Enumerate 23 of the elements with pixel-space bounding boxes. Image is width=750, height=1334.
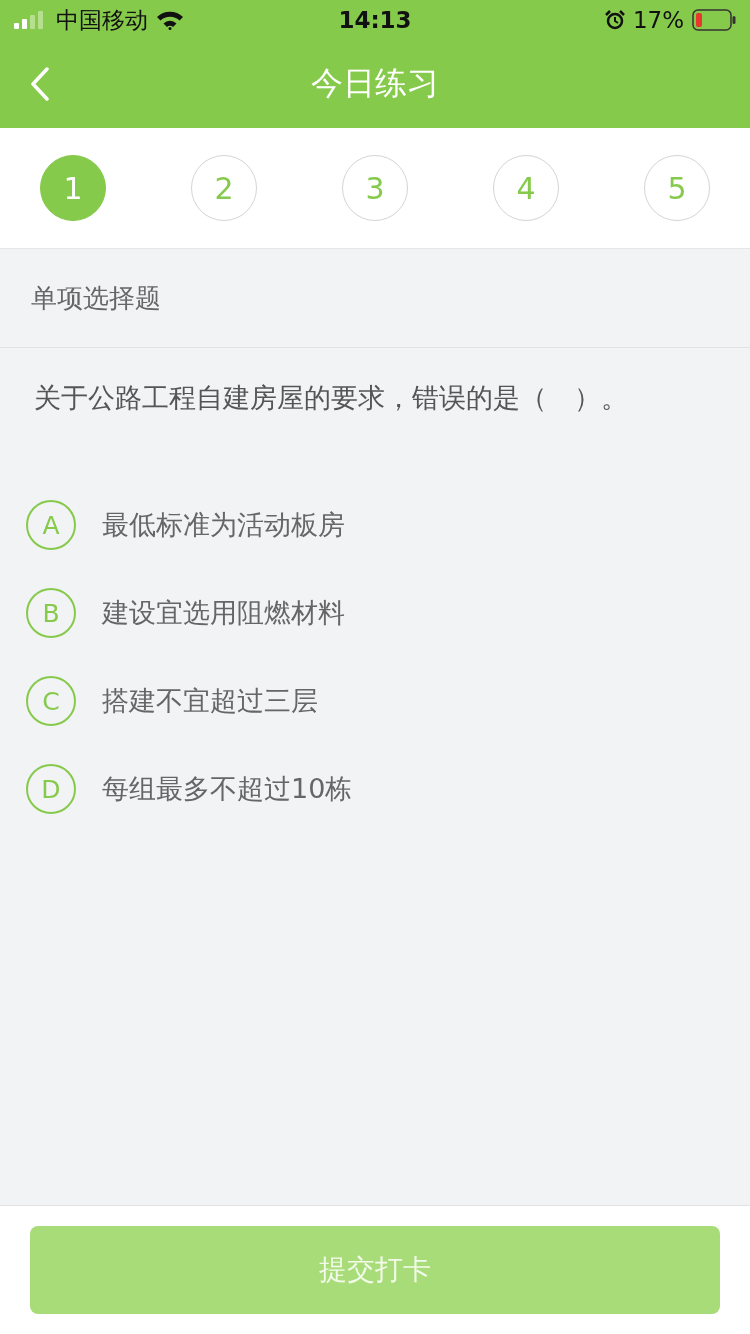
question-text: 关于公路工程自建房屋的要求，错误的是（ ）。	[34, 381, 629, 415]
option-text[interactable]: 最低标准为活动板房	[102, 507, 345, 543]
question-number-tab[interactable]: 1	[40, 155, 106, 221]
option-button[interactable]: B	[26, 588, 76, 638]
option-button[interactable]: A	[26, 500, 76, 550]
back-icon[interactable]	[30, 67, 50, 101]
alarm-icon	[604, 10, 625, 30]
question-number-tab[interactable]: 5	[644, 155, 710, 221]
page-title: 今日练习	[311, 63, 439, 104]
question-number-tab[interactable]: 2	[191, 155, 257, 221]
option-button[interactable]: D	[26, 764, 76, 814]
status-time: 14:13	[338, 7, 412, 33]
option-text[interactable]: 建设宜选用阻燃材料	[102, 595, 345, 631]
question-number-tab[interactable]: 3	[342, 155, 408, 221]
battery-percent: 17%	[632, 7, 684, 33]
carrier-name: 中国移动	[56, 5, 148, 35]
question-type: 单项选择题	[31, 281, 161, 315]
option-text[interactable]: 搭建不宜超过三层	[102, 683, 318, 719]
wifi-icon	[156, 10, 184, 30]
option-button[interactable]: C	[26, 676, 76, 726]
battery-icon	[692, 9, 736, 31]
option-text[interactable]: 每组最多不超过10栋	[102, 771, 353, 807]
question-number-tab[interactable]: 4	[493, 155, 559, 221]
